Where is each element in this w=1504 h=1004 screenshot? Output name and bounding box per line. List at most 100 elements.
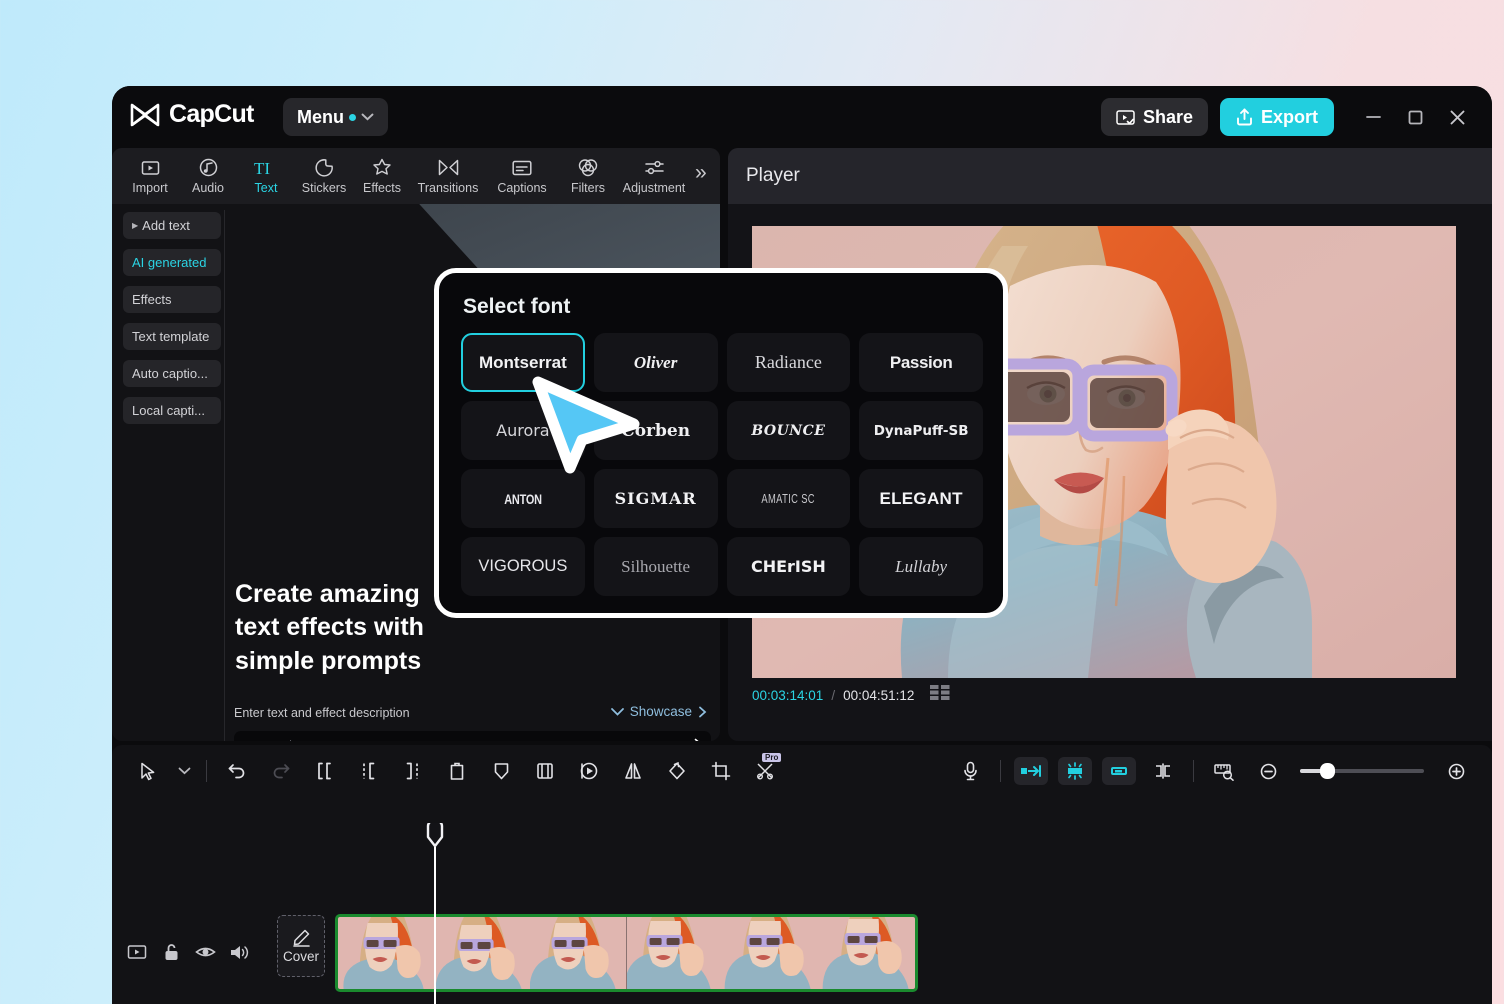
- share-button[interactable]: Share: [1101, 98, 1208, 136]
- tab-import[interactable]: Import: [121, 151, 179, 201]
- tab-import-label: Import: [132, 181, 167, 195]
- select-font-popup[interactable]: Select font Montserrat Oliver Radiance P…: [434, 268, 1008, 618]
- aspect-ratio-icon[interactable]: [930, 685, 950, 705]
- sidebar-item-text-template[interactable]: Text template: [123, 323, 221, 350]
- split-icon[interactable]: [303, 751, 347, 791]
- clip-center-icon[interactable]: [1058, 757, 1092, 785]
- timeline-toolbar: Pro: [112, 745, 1492, 797]
- font-option-elegant[interactable]: ELEGANT: [859, 469, 983, 528]
- prompt-input[interactable]: cool Frosted glass: [234, 731, 711, 741]
- prompt-label: Enter text and effect description: [234, 706, 410, 720]
- freeze-icon[interactable]: [479, 751, 523, 791]
- undo-icon[interactable]: [215, 751, 259, 791]
- video-track-icon[interactable]: [126, 941, 148, 963]
- font-option-label: Lullaby: [895, 557, 947, 577]
- ruler-icon[interactable]: [1202, 751, 1246, 791]
- shuffle-icon[interactable]: [680, 738, 701, 741]
- font-grid: Montserrat Oliver Radiance Passion Auror…: [439, 319, 1003, 596]
- sidebar-item-effects[interactable]: Effects: [123, 286, 221, 313]
- zoom-out-icon[interactable]: [1246, 751, 1290, 791]
- font-option-label: ELEGANT: [879, 489, 962, 509]
- sidebar-item-label: AI generated: [132, 255, 206, 270]
- minimize-button[interactable]: [1352, 100, 1394, 134]
- font-option-sigmar[interactable]: SIGMAR: [594, 469, 718, 528]
- zoom-in-icon[interactable]: [1434, 751, 1478, 791]
- font-option-silhouette[interactable]: Silhouette: [594, 537, 718, 596]
- tab-filters[interactable]: Filters: [559, 151, 617, 201]
- audio-icon: [199, 157, 218, 178]
- prompt-divider: [290, 740, 291, 741]
- tabs-overflow-button[interactable]: »: [695, 161, 707, 191]
- showcase-link[interactable]: Showcase: [610, 704, 708, 719]
- tab-audio[interactable]: Audio: [179, 151, 237, 201]
- auto-cutout-pro-icon[interactable]: Pro: [743, 751, 787, 791]
- tab-adjustment[interactable]: Adjustment: [617, 151, 691, 201]
- font-option-lullaby[interactable]: Lullaby: [859, 537, 983, 596]
- tab-transitions[interactable]: Transitions: [411, 151, 485, 201]
- redo-icon[interactable]: [259, 751, 303, 791]
- font-option-label: Corben: [621, 421, 690, 441]
- select-cursor-icon[interactable]: [126, 751, 170, 791]
- font-option-label: SIGMAR: [615, 489, 697, 508]
- sidebar-item-ai-generated[interactable]: AI generated: [123, 249, 221, 276]
- cursor-dropdown-icon[interactable]: [170, 751, 198, 791]
- menu-notification-dot: [349, 114, 356, 121]
- tab-captions[interactable]: Captions: [485, 151, 559, 201]
- app-logo: CapCut: [130, 100, 254, 129]
- clip-end-icon[interactable]: [1102, 757, 1136, 785]
- split-clip-icon[interactable]: [1141, 751, 1185, 791]
- font-option-vigorous[interactable]: VIGOROUS: [461, 537, 585, 596]
- zoom-slider-handle[interactable]: [1320, 763, 1335, 779]
- volume-icon[interactable]: [228, 941, 250, 963]
- font-option-amatic-sc[interactable]: AMATIC SC: [727, 469, 851, 528]
- player-header: Player: [728, 148, 1492, 204]
- clip-thumbnail: [530, 917, 626, 989]
- crop-frame-icon[interactable]: [523, 751, 567, 791]
- delete-icon[interactable]: [435, 751, 479, 791]
- font-option-label: Silhouette: [621, 557, 690, 577]
- font-option-cherish[interactable]: CHErISH: [727, 537, 851, 596]
- zoom-slider[interactable]: [1300, 769, 1424, 773]
- tab-effects[interactable]: Effects: [353, 151, 411, 201]
- speed-icon[interactable]: [567, 751, 611, 791]
- sidebar-item-auto-captions[interactable]: Auto captio...: [123, 360, 221, 387]
- cover-label: Cover: [283, 949, 319, 964]
- sidebar-item-add-text[interactable]: ▶ Add text: [123, 212, 221, 239]
- font-option-aurora[interactable]: Aurora: [461, 401, 585, 460]
- timecode-separator: /: [831, 688, 835, 703]
- microphone-icon[interactable]: [948, 751, 992, 791]
- cover-button[interactable]: Cover: [277, 915, 325, 977]
- tab-stickers[interactable]: Stickers: [295, 151, 353, 201]
- font-option-montserrat[interactable]: Montserrat: [461, 333, 585, 392]
- lock-icon[interactable]: [160, 941, 182, 963]
- font-option-oliver[interactable]: Oliver: [594, 333, 718, 392]
- trim-right-icon[interactable]: [391, 751, 435, 791]
- eye-icon[interactable]: [194, 941, 216, 963]
- font-option-radiance[interactable]: Radiance: [727, 333, 851, 392]
- adjustment-icon: [644, 157, 665, 178]
- font-option-corben[interactable]: Corben: [594, 401, 718, 460]
- font-option-anton[interactable]: ANTON: [461, 469, 585, 528]
- import-icon: [141, 157, 160, 178]
- rotate-icon[interactable]: [655, 751, 699, 791]
- sidebar-item-label: Text template: [132, 329, 209, 344]
- sidebar-item-local-captions[interactable]: Local capti...: [123, 397, 221, 424]
- trim-left-icon[interactable]: [347, 751, 391, 791]
- right-tools-divider-2: [1193, 760, 1194, 782]
- export-button[interactable]: Export: [1220, 98, 1334, 136]
- maximize-button[interactable]: [1394, 100, 1436, 134]
- crop-icon[interactable]: [699, 751, 743, 791]
- chevron-down-icon: [610, 707, 625, 717]
- menu-button[interactable]: Menu: [283, 98, 388, 136]
- text-sidebar: ▶ Add text AI generated Effects Text tem…: [123, 212, 221, 434]
- video-clip[interactable]: [335, 914, 918, 992]
- tab-text[interactable]: TI Text: [237, 151, 295, 201]
- font-option-bounce[interactable]: BOUNCE: [727, 401, 851, 460]
- playhead[interactable]: [424, 823, 446, 858]
- clip-start-icon[interactable]: [1014, 757, 1048, 785]
- close-button[interactable]: [1436, 100, 1478, 134]
- mirror-icon[interactable]: [611, 751, 655, 791]
- filters-icon: [578, 157, 598, 178]
- font-option-dynapuff[interactable]: DynaPuff-SB: [859, 401, 983, 460]
- font-option-passion[interactable]: Passion: [859, 333, 983, 392]
